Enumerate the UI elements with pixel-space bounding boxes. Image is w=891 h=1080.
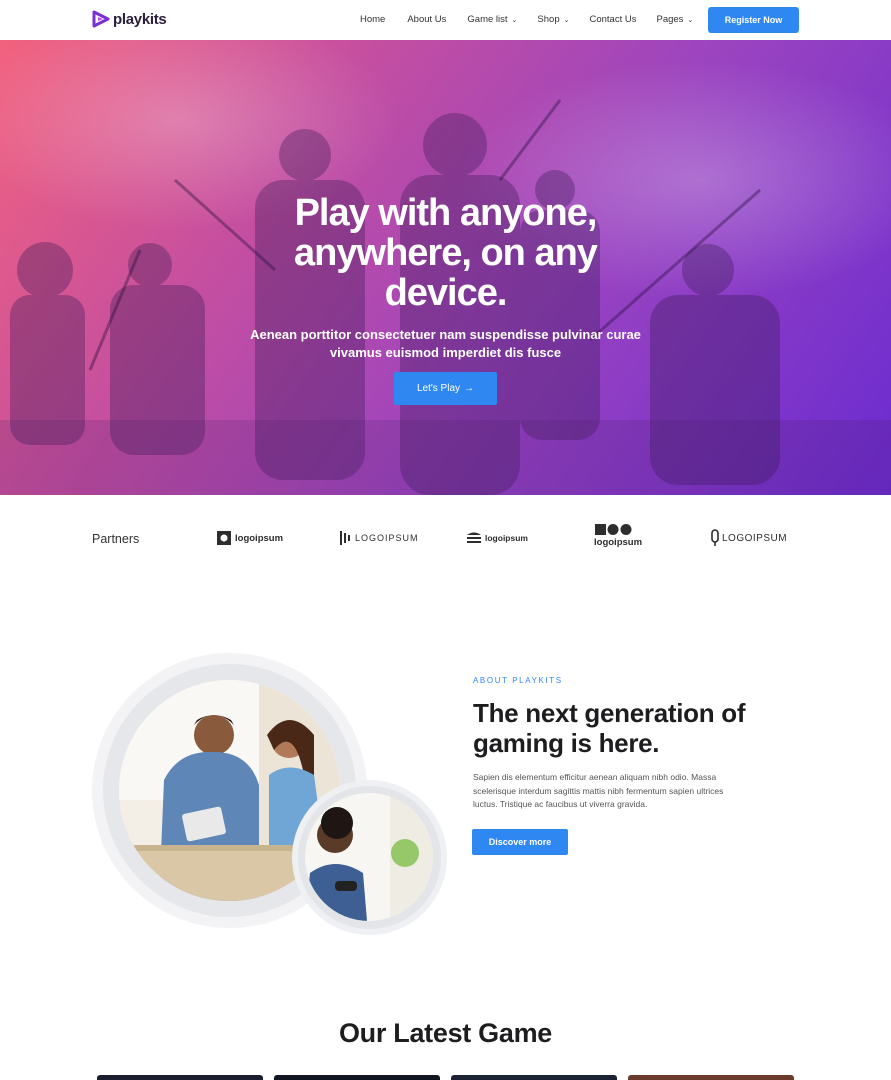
game-card[interactable] xyxy=(97,1075,263,1080)
nav-item-about-us[interactable]: About Us xyxy=(407,14,446,25)
hero-subtitle-line: Aenean porttitor consectetuer nam suspen… xyxy=(250,327,641,342)
blocks-logo-icon xyxy=(595,524,632,535)
partner-logo-text: logoipsum xyxy=(485,533,528,543)
nav-item-label: Game list xyxy=(467,14,508,25)
waves-logo-icon xyxy=(467,532,481,543)
brand-logo[interactable]: playkits xyxy=(92,10,167,28)
partner-logo-1[interactable]: logoipsum xyxy=(216,530,283,546)
hero-title: Play with anyone, anywhere, on any devic… xyxy=(0,193,891,313)
hero-title-line: device. xyxy=(384,272,508,314)
partner-logo-text: logoipsum xyxy=(235,532,284,544)
game-card[interactable] xyxy=(451,1075,617,1080)
partner-logo-5[interactable]: LOGOIPSUM xyxy=(711,529,787,547)
square-circle-logo-icon xyxy=(217,531,231,545)
about-description-line: scelerisque interdum sagittis mattis nib… xyxy=(473,785,724,796)
about-title: The next generation of gaming is here. xyxy=(473,698,803,758)
hero-banner: Play with anyone, anywhere, on any devic… xyxy=(0,40,891,495)
top-navbar: playkits Home About Us Game list ⌄ Shop … xyxy=(0,0,891,40)
about-description: Sapien dis elementum efficitur aenean al… xyxy=(473,771,773,812)
nav-item-game-list[interactable]: Game list ⌄ xyxy=(467,14,517,25)
game-card[interactable] xyxy=(274,1075,440,1080)
chevron-down-icon: ⌄ xyxy=(687,16,694,24)
latest-game-title: Our Latest Game xyxy=(338,1018,553,1048)
nav-item-home[interactable]: Home xyxy=(360,14,385,25)
hero-title-line: Play with anyone, xyxy=(294,192,598,234)
hero-title-line: anywhere, on any xyxy=(294,232,598,274)
boy-gaming-photo xyxy=(305,793,433,921)
partner-logo-text: LOGOIPSUM xyxy=(722,532,788,544)
partner-logo-4[interactable]: logoipsum xyxy=(594,523,642,548)
arrow-right-icon: → xyxy=(464,383,475,394)
nav-item-label: Shop xyxy=(537,14,560,25)
nav-item-shop[interactable]: Shop ⌄ xyxy=(537,14,569,25)
about-title-line: gaming is here. xyxy=(473,728,660,758)
bulb-logo-icon xyxy=(711,529,719,546)
stripes-logo-icon xyxy=(340,531,350,545)
lets-play-button[interactable]: Let's Play → xyxy=(394,372,497,405)
about-eyebrow: ABOUT PLAYKITS xyxy=(473,676,563,685)
hero-subtitle: Aenean porttitor consectetuer nam suspen… xyxy=(0,326,891,362)
nav-item-pages[interactable]: Pages ⌄ xyxy=(656,14,693,25)
game-card[interactable] xyxy=(628,1075,794,1080)
main-menu: Home About Us Game list ⌄ Shop ⌄ Contact… xyxy=(360,14,693,25)
about-title-line: The next generation of xyxy=(473,698,746,728)
partner-logo-text: logoipsum xyxy=(594,537,643,548)
partner-logo-text: LOGOIPSUM xyxy=(355,533,419,543)
partner-logo-3[interactable]: logoipsum xyxy=(466,531,528,545)
hero-subtitle-line: vivamus euismod imperdiet dis fusce xyxy=(329,345,562,360)
nav-item-contact-us[interactable]: Contact Us xyxy=(589,14,636,25)
register-now-button[interactable]: Register Now xyxy=(708,7,799,33)
about-description-line: luctus. Tristique ac faucibus ut viverra… xyxy=(473,799,648,809)
partners-label: Partners xyxy=(92,532,140,546)
brand-name: playkits xyxy=(113,10,167,28)
nav-item-label: Home xyxy=(360,14,386,25)
partner-logo-2[interactable]: LOGOIPSUM xyxy=(340,530,419,546)
nav-item-label: About Us xyxy=(407,14,447,25)
nav-item-label: Contact Us xyxy=(589,14,637,25)
chevron-down-icon: ⌄ xyxy=(511,16,518,24)
lets-play-label: Let's Play xyxy=(416,383,461,394)
chevron-down-icon: ⌄ xyxy=(563,16,570,24)
discover-more-button[interactable]: Discover more xyxy=(472,829,568,855)
play-triangle-logo-icon xyxy=(92,10,110,28)
about-description-line: Sapien dis elementum efficitur aenean al… xyxy=(473,772,717,782)
nav-item-label: Pages xyxy=(656,14,684,25)
